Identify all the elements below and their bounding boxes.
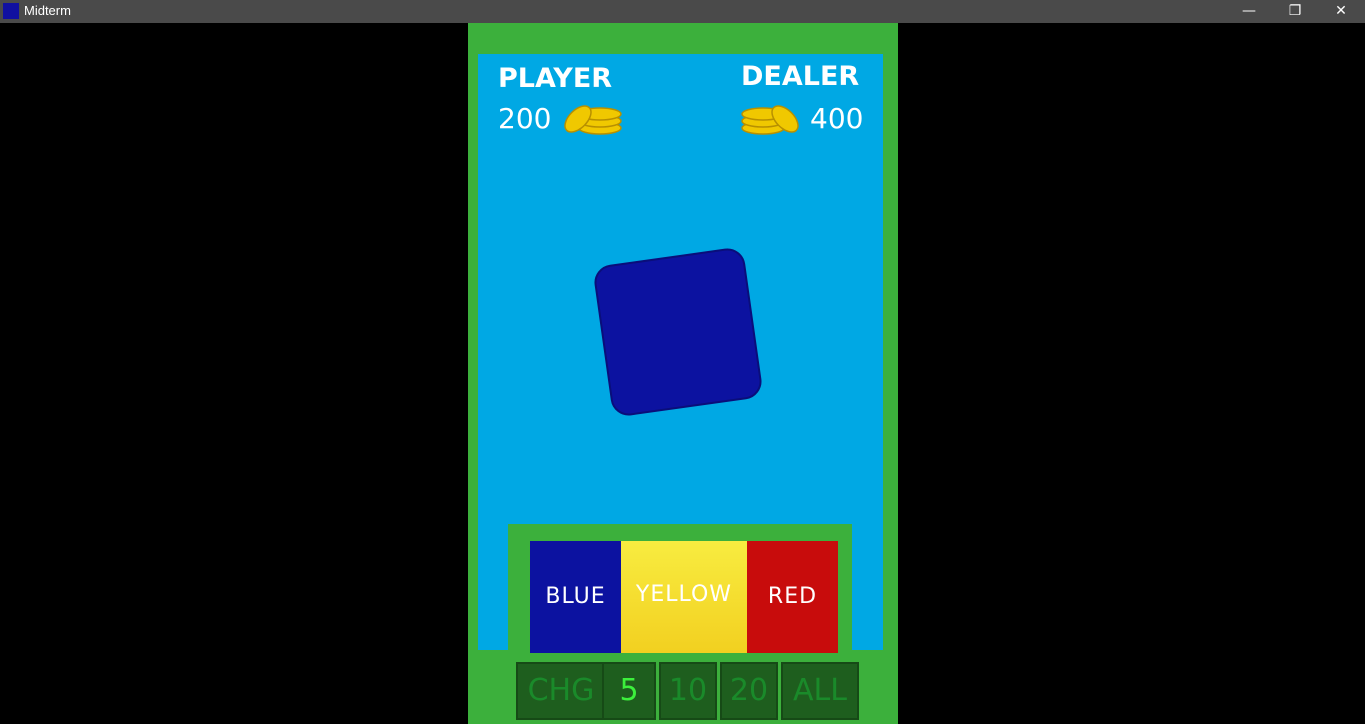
color-card (592, 246, 764, 418)
choose-blue-button[interactable]: BLUE (530, 541, 621, 653)
player-label: PLAYER (498, 63, 613, 94)
player-coins-icon (564, 105, 622, 135)
app-icon (3, 3, 19, 19)
bet-5-button[interactable]: 5 (602, 662, 656, 720)
dealer-coins: 400 (810, 102, 864, 135)
restore-button[interactable]: ❐ (1272, 0, 1318, 23)
color-picker: BLUE YELLOW RED (508, 524, 852, 654)
dealer-coins-icon (741, 105, 799, 135)
bet-20-button[interactable]: 20 (720, 662, 778, 720)
choose-yellow-button[interactable]: YELLOW (621, 541, 747, 653)
window-title: Midterm (24, 3, 71, 18)
player-coins: 200 (498, 102, 552, 135)
bet-10-button[interactable]: 10 (659, 662, 717, 720)
close-button[interactable]: ✕ (1318, 0, 1364, 23)
game-area: PLAYER 200 DEALER 400 BLUE YELLOW RED CH… (468, 23, 898, 724)
choose-red-button[interactable]: RED (747, 541, 838, 653)
bet-all-button[interactable]: ALL (781, 662, 859, 720)
window-titlebar: Midterm — ❐ ✕ (0, 0, 1365, 23)
dealer-label: DEALER (741, 61, 860, 92)
change-bet-button[interactable]: CHG (516, 662, 606, 720)
minimize-button[interactable]: — (1226, 0, 1272, 23)
